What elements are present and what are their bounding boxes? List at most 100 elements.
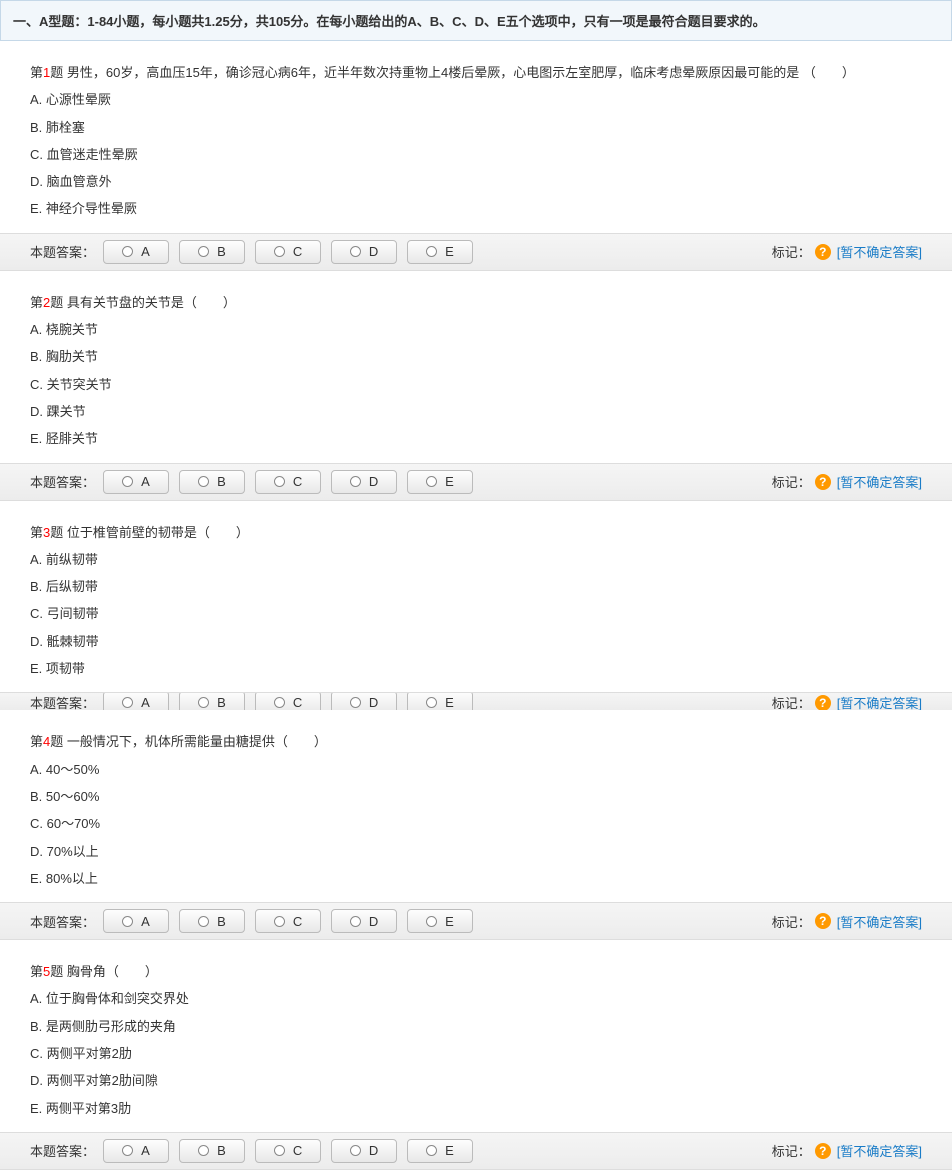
answer-option-e[interactable]: E xyxy=(407,692,473,710)
question-num-suffix: 题 xyxy=(50,525,63,540)
answer-option-letter: E xyxy=(445,695,454,710)
unsure-answer-link[interactable]: [暂不确定答案] xyxy=(837,912,922,931)
answer-option-b[interactable]: B xyxy=(179,1139,245,1163)
question-stem: 一般情况下，机体所需能量由糖提供（ ） xyxy=(63,734,327,749)
answer-option-letter: E xyxy=(445,244,454,259)
answer-option-c[interactable]: C xyxy=(255,909,321,933)
mark-label: 标记： xyxy=(772,693,811,710)
question-option: D. 70%以上 xyxy=(30,838,922,865)
question-option: D. 踝关节 xyxy=(30,398,922,425)
radio-icon xyxy=(198,246,209,257)
radio-icon xyxy=(198,1145,209,1156)
question-stem: 位于椎管前壁的韧带是（ ） xyxy=(63,525,249,540)
answer-option-letter: E xyxy=(445,474,454,489)
radio-icon xyxy=(426,697,437,708)
answer-option-d[interactable]: D xyxy=(331,692,397,710)
question-option: C. 关节突关节 xyxy=(30,371,922,398)
question-option: A. 前纵韧带 xyxy=(30,546,922,573)
radio-icon xyxy=(274,697,285,708)
answer-label: 本题答案： xyxy=(30,242,95,261)
question-option: C. 弓间韧带 xyxy=(30,600,922,627)
answer-option-b[interactable]: B xyxy=(179,470,245,494)
question-block: 第4题 一般情况下，机体所需能量由糖提供（ ）A. 40～50%B. 50～60… xyxy=(0,710,952,902)
question-num-prefix: 第 xyxy=(30,295,43,310)
answer-option-a[interactable]: A xyxy=(103,470,169,494)
question-title: 第2题 具有关节盘的关节是（ ） xyxy=(30,289,922,316)
question-num-suffix: 题 xyxy=(50,65,63,80)
answer-bar: 本题答案： A B C D E 标记：? [暂不确定答案] xyxy=(0,692,952,710)
answer-option-c[interactable]: C xyxy=(255,1139,321,1163)
answer-option-a[interactable]: A xyxy=(103,1139,169,1163)
answer-bar: 本题答案：ABCDE标记：?[暂不确定答案] xyxy=(0,1132,952,1170)
question-option: D. 脑血管意外 xyxy=(30,168,922,195)
question-num-suffix: 题 xyxy=(50,295,63,310)
answer-label: 本题答案： xyxy=(30,693,95,710)
answer-option-b[interactable]: B xyxy=(179,692,245,710)
question-block: 第3题 位于椎管前壁的韧带是（ ）A. 前纵韧带B. 后纵韧带C. 弓间韧带D.… xyxy=(0,501,952,693)
help-icon[interactable]: ? xyxy=(815,244,831,260)
question-option: B. 后纵韧带 xyxy=(30,573,922,600)
answer-option-a[interactable]: A xyxy=(103,909,169,933)
answer-option-letter: C xyxy=(293,695,302,710)
answer-option-letter: A xyxy=(141,914,150,929)
question-option: E. 项韧带 xyxy=(30,655,922,682)
answer-option-c[interactable]: C xyxy=(255,470,321,494)
answer-option-c[interactable]: C xyxy=(255,692,321,710)
answer-option-d[interactable]: D xyxy=(331,470,397,494)
answer-option-letter: A xyxy=(141,1143,150,1158)
radio-icon xyxy=(198,476,209,487)
answer-bar: 本题答案：ABCDE标记：?[暂不确定答案] xyxy=(0,902,952,940)
question-stem: 胸骨角（ ） xyxy=(63,964,158,979)
answer-bar: 本题答案：ABCDE标记：?[暂不确定答案] xyxy=(0,463,952,501)
radio-icon xyxy=(122,1145,133,1156)
answer-label: 本题答案： xyxy=(30,472,95,491)
question-block: 第2题 具有关节盘的关节是（ ）A. 桡腕关节B. 胸肋关节C. 关节突关节D.… xyxy=(0,271,952,463)
answer-option-b[interactable]: B xyxy=(179,909,245,933)
answer-option-letter: B xyxy=(217,695,226,710)
radio-icon xyxy=(122,246,133,257)
answer-option-e[interactable]: E xyxy=(407,470,473,494)
answer-option-a[interactable]: A xyxy=(103,692,169,710)
radio-icon xyxy=(426,916,437,927)
radio-icon xyxy=(426,246,437,257)
radio-icon xyxy=(274,1145,285,1156)
question-stem: 男性，60岁，高血压15年，确诊冠心病6年，近半年数次持重物上4楼后晕厥，心电图… xyxy=(63,65,855,80)
question-option: C. 60～70% xyxy=(30,810,922,837)
radio-icon xyxy=(198,916,209,927)
answer-option-a[interactable]: A xyxy=(103,240,169,264)
mark-label: 标记： xyxy=(772,242,811,261)
answer-option-c[interactable]: C xyxy=(255,240,321,264)
question-option: B. 是两侧肋弓形成的夹角 xyxy=(30,1013,922,1040)
help-icon[interactable]: ? xyxy=(815,695,831,711)
answer-option-b[interactable]: B xyxy=(179,240,245,264)
radio-icon xyxy=(274,246,285,257)
answer-option-d[interactable]: D xyxy=(331,909,397,933)
answer-option-d[interactable]: D xyxy=(331,1139,397,1163)
unsure-answer-link[interactable]: [暂不确定答案] xyxy=(837,242,922,261)
question-num-prefix: 第 xyxy=(30,525,43,540)
question-option: B. 50～60% xyxy=(30,783,922,810)
unsure-answer-link[interactable]: [暂不确定答案] xyxy=(837,472,922,491)
answer-option-letter: D xyxy=(369,474,378,489)
question-option: E. 两侧平对第3肋 xyxy=(30,1095,922,1122)
help-icon[interactable]: ? xyxy=(815,474,831,490)
help-icon[interactable]: ? xyxy=(815,1143,831,1159)
unsure-answer-link[interactable]: [暂不确定答案] xyxy=(837,693,922,710)
answer-option-letter: E xyxy=(445,914,454,929)
help-icon[interactable]: ? xyxy=(815,913,831,929)
question-stem: 具有关节盘的关节是（ ） xyxy=(63,295,236,310)
question-option: E. 神经介导性晕厥 xyxy=(30,195,922,222)
question-block: 第1题 男性，60岁，高血压15年，确诊冠心病6年，近半年数次持重物上4楼后晕厥… xyxy=(0,41,952,233)
answer-bar: 本题答案： ABCD E 标记：? [暂不确定答案] xyxy=(0,233,952,271)
answer-option-e[interactable]: E xyxy=(407,240,473,264)
question-option: A. 桡腕关节 xyxy=(30,316,922,343)
answer-option-e[interactable]: E xyxy=(407,1139,473,1163)
radio-icon xyxy=(274,476,285,487)
answer-option-letter: A xyxy=(141,695,150,710)
answer-option-e[interactable]: E xyxy=(407,909,473,933)
question-option: D. 两侧平对第2肋间隙 xyxy=(30,1067,922,1094)
question-option: B. 胸肋关节 xyxy=(30,343,922,370)
radio-icon xyxy=(122,916,133,927)
answer-option-d[interactable]: D xyxy=(331,240,397,264)
question-num-prefix: 第 xyxy=(30,65,43,80)
